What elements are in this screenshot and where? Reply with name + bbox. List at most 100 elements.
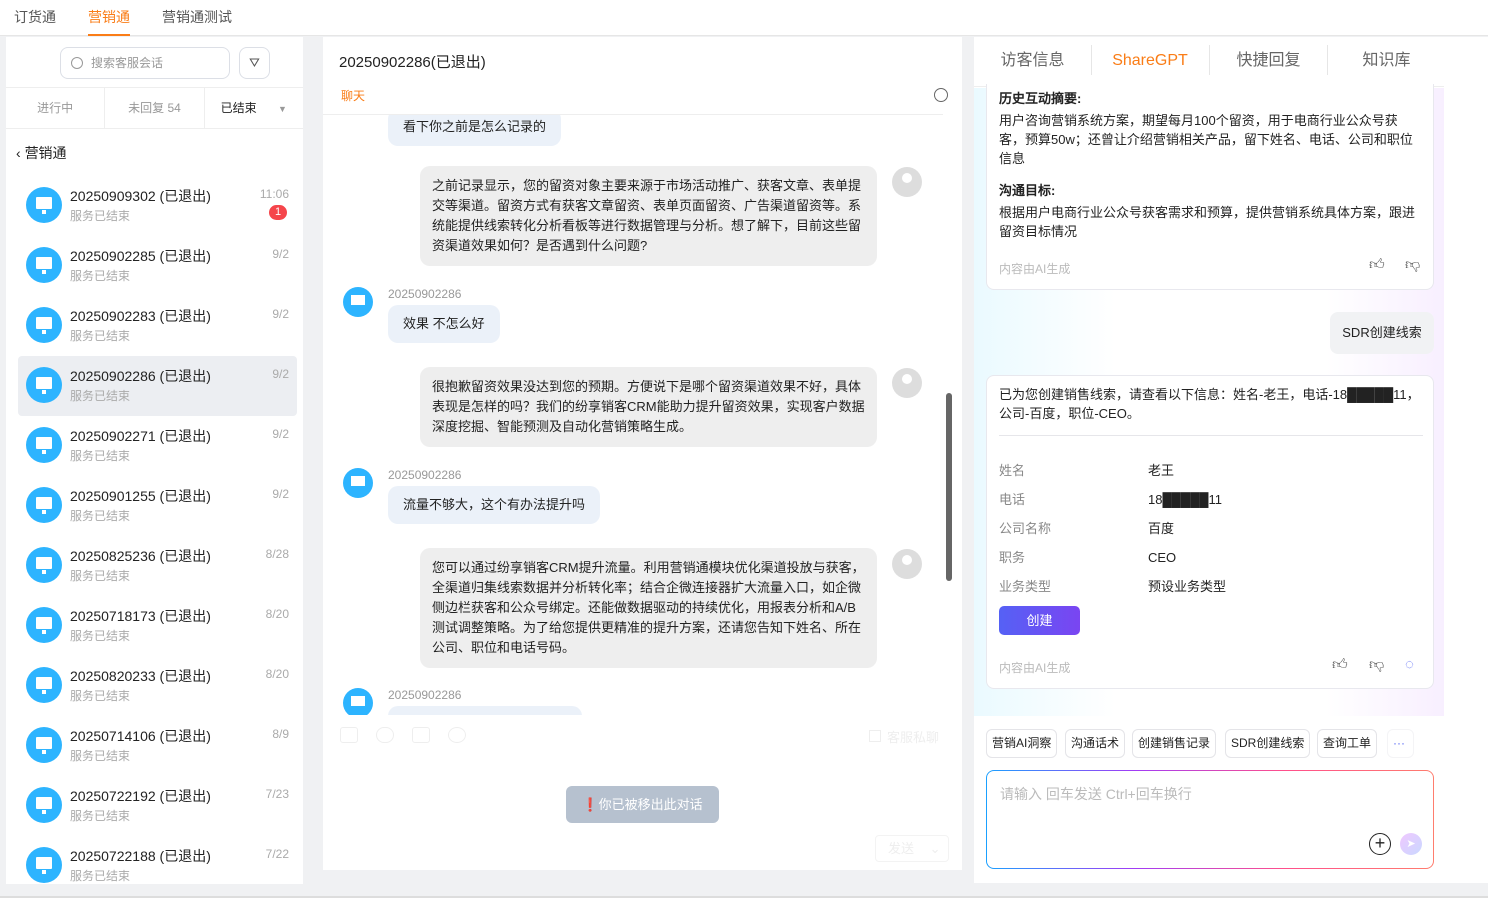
unread-badge: 1 (269, 205, 287, 220)
back-button[interactable]: ‹ 营销通 (16, 143, 67, 163)
thumbs-down-icon[interactable]: 👎︎ (1369, 656, 1384, 674)
conversation-status: 服务已结束 (70, 269, 131, 283)
conversation-status: 服务已结束 (70, 869, 131, 883)
conversation-name: 20250714106 (已退出) (70, 728, 211, 744)
scrollbar[interactable] (946, 393, 952, 581)
agent-avatar (892, 549, 922, 579)
lead-summary: 已为您创建销售线索，请查看以下信息：姓名-老王，电话-18█████11，公司-… (999, 385, 1423, 436)
chevron-left-icon: ‹ (16, 145, 25, 161)
send-label: 发送 (888, 841, 915, 856)
checkbox-icon (869, 730, 881, 742)
conversation-name: 20250825236 (已退出) (70, 548, 211, 564)
alert-icon: ❗ (582, 797, 599, 812)
tab-chat[interactable]: 聊天 (341, 87, 365, 104)
drive-icon[interactable] (412, 727, 430, 743)
tab-knowledge-base[interactable]: 知识库 (1328, 37, 1445, 87)
conversation-item[interactable]: 20250902271 (已退出) 服务已结束 9/2 (18, 416, 297, 476)
visitor-avatar (26, 667, 62, 703)
quick-action-button[interactable]: 沟通话术 (1065, 729, 1126, 758)
conversation-time: 8/20 (265, 607, 289, 621)
conversation-time: 9/2 (272, 367, 289, 381)
tab-visitor-info[interactable]: 访客信息 (974, 37, 1091, 87)
thumbs-down-icon[interactable]: 👎︎ (1405, 256, 1420, 274)
search-placeholder: 搜索客服会话 (91, 56, 164, 70)
attachment-icon[interactable] (376, 727, 394, 743)
conversation-item[interactable]: 20250820233 (已退出) 服务已结束 8/20 (18, 656, 297, 716)
conversation-name: 20250909302 (已退出) (70, 188, 211, 204)
conversation-time: 11:06 (259, 187, 289, 201)
visitor-avatar (26, 307, 62, 343)
send-icon[interactable]: ➤ (1400, 833, 1422, 855)
visitor-avatar (26, 607, 62, 643)
tab-ended[interactable]: 已结束 ▼ (204, 88, 303, 128)
tab-in-progress[interactable]: 进行中 (6, 88, 106, 128)
assistant-conversation: 历史互动摘要: 用户咨询营销系统方案，期望每月100个留资，用于电商行业公众号获… (974, 84, 1444, 716)
conversation-name: 20250820233 (已退出) (70, 668, 211, 684)
visitor-avatar (343, 468, 373, 498)
top-tab-dinghuotong[interactable]: 订货通 (14, 0, 56, 36)
visitor-avatar (26, 367, 62, 403)
settings-icon[interactable] (934, 88, 948, 102)
conversation-item[interactable]: 20250722192 (已退出) 服务已结束 7/23 (18, 776, 297, 836)
quick-action-button[interactable]: SDR创建线索 (1225, 729, 1311, 758)
conversation-item[interactable]: 20250902285 (已退出) 服务已结束 9/2 (18, 236, 297, 296)
field-value: 预设业务类型 (1148, 579, 1227, 594)
conversation-item[interactable]: 20250902283 (已退出) 服务已结束 9/2 (18, 296, 297, 356)
thumbs-up-icon[interactable]: 👍︎ (1332, 656, 1348, 674)
goal-heading: 沟通目标: (999, 183, 1056, 198)
conversation-item[interactable]: 20250902286 (已退出) 服务已结束 9/2 (18, 356, 297, 416)
tab-quick-reply[interactable]: 快捷回复 (1210, 37, 1327, 87)
agent-avatar (892, 167, 922, 197)
conversation-status: 服务已结束 (70, 509, 131, 523)
quick-action-button[interactable]: 营销AI洞察 (986, 729, 1058, 758)
conversation-name: 20250722188 (已退出) (70, 848, 211, 864)
status-tabs: 进行中 未回复 54 已结束 ▼ (6, 87, 303, 129)
refresh-chat-icon[interactable]: ◌ (1405, 656, 1414, 673)
conversation-item[interactable]: 20250714106 (已退出) 服务已结束 8/9 (18, 716, 297, 776)
conversation-name: 20250722192 (已退出) (70, 788, 211, 804)
conversation-status: 服务已结束 (70, 629, 131, 643)
sender-name: 20250902286 (388, 688, 462, 702)
tab-unreplied[interactable]: 未回复 54 (105, 88, 205, 128)
conversation-item[interactable]: 20250722188 (已退出) 服务已结束 7/22 (18, 836, 297, 884)
emoji-icon[interactable] (448, 727, 466, 743)
thumbs-up-icon[interactable]: 👍︎ (1369, 256, 1385, 274)
tab-sharegpt[interactable]: ShareGPT (1103, 37, 1197, 87)
message-bubble: 您可以通过纷享销客CRM提升流量。利用营销通模块优化渠道投放与获客，全渠道归集线… (420, 548, 877, 668)
conversation-name: 20250718173 (已退出) (70, 608, 211, 624)
private-chat-checkbox[interactable]: 客服私聊 (869, 727, 939, 746)
user-query-bubble: SDR创建线索 (1330, 312, 1434, 354)
filter-button[interactable]: ⛛ (239, 47, 270, 79)
visitor-avatar (26, 547, 62, 583)
conversation-list: 20250909302 (已退出) 服务已结束 11:06 1 202509022… (6, 176, 303, 884)
conversation-item[interactable]: 20250901255 (已退出) 服务已结束 9/2 (18, 476, 297, 536)
image-icon[interactable] (340, 727, 358, 743)
top-tab-bar: 订货通 营销通 营销通测试 (0, 0, 1488, 36)
visitor-avatar (26, 787, 62, 823)
send-button[interactable]: 发送 ⌄ (875, 835, 949, 862)
conversation-item[interactable]: 20250825236 (已退出) 服务已结束 8/28 (18, 536, 297, 596)
top-tab-yingxiaotong[interactable]: 营销通 (88, 0, 130, 36)
quick-action-button[interactable]: 创建销售记录 (1132, 729, 1217, 758)
top-tab-yingxiaotong-test[interactable]: 营销通测试 (162, 0, 232, 36)
assistant-input[interactable]: 请输入 回车发送 Ctrl+回车换行 + ➤ (986, 770, 1434, 869)
field-value: 老王 (1148, 463, 1175, 478)
conversation-status: 服务已结束 (70, 389, 131, 403)
lead-field-row: 业务类型 预设业务类型 (999, 576, 1226, 595)
ai-generated-note: 内容由AI生成 (999, 661, 1071, 675)
conversation-status: 服务已结束 (70, 329, 131, 343)
add-icon[interactable]: + (1369, 833, 1391, 855)
conversation-status: 服务已结束 (70, 809, 131, 823)
search-icon (71, 57, 83, 69)
create-button[interactable]: 创建 (999, 606, 1080, 635)
conversation-item[interactable]: 20250718173 (已退出) 服务已结束 8/20 (18, 596, 297, 656)
conversation-item[interactable]: 20250909302 (已退出) 服务已结束 11:06 1 (18, 176, 297, 236)
field-label: 姓名 (999, 463, 1026, 478)
quick-action-button[interactable]: 查询工单 (1317, 729, 1378, 758)
visitor-avatar (26, 727, 62, 763)
message-list: 看下你之前是怎么记录的 之前记录显示，您的留资对象主要来源于市场活动推广、获客文… (323, 114, 943, 715)
conversation-status: 服务已结束 (70, 689, 131, 703)
conversation-time: 9/2 (272, 427, 289, 441)
more-actions-button[interactable]: ··· (1387, 729, 1414, 758)
search-input[interactable]: 搜索客服会话 (60, 47, 230, 79)
